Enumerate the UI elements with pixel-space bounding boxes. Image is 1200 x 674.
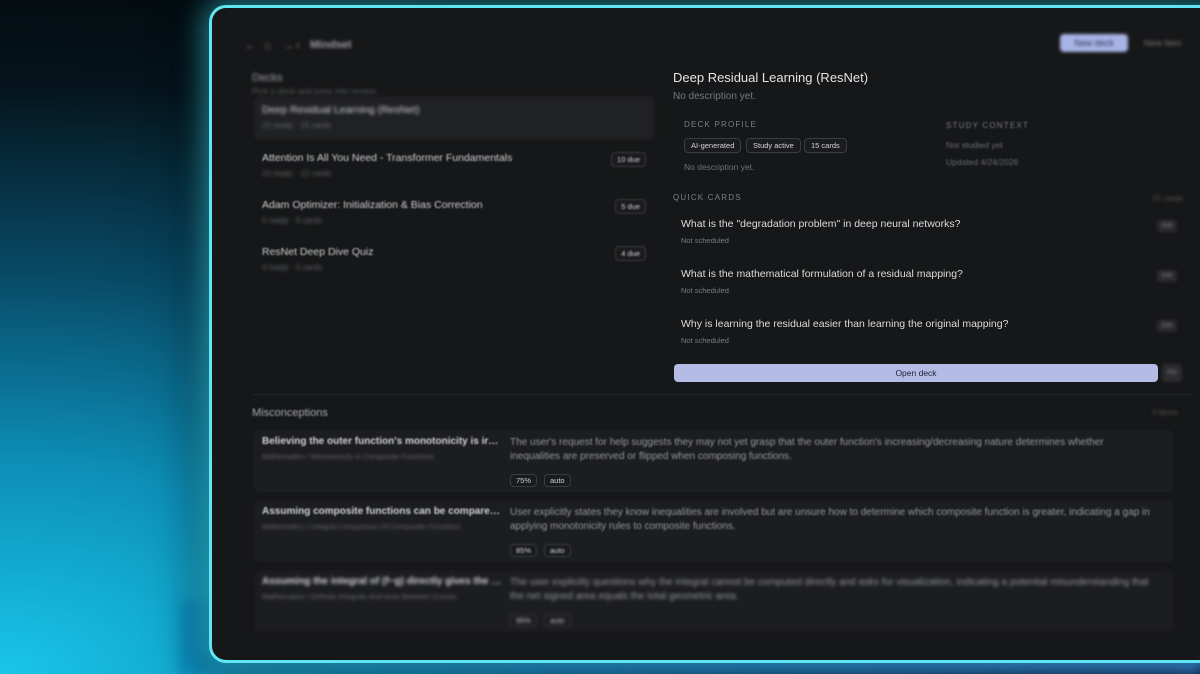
misconception-row[interactable]: Assuming the integral of (f−g) directly …: [254, 570, 1174, 632]
new-deck-button[interactable]: New deck: [1060, 34, 1128, 52]
quick-card[interactable]: What is the mathematical formulation of …: [673, 264, 1193, 312]
quick-card-schedule: Not scheduled: [681, 336, 729, 345]
top-bar: ← ⌂ → › Mindset New deck New item: [212, 8, 1200, 74]
misconception-row[interactable]: Believing the outer function's monotonic…: [254, 430, 1174, 492]
edit-card-button[interactable]: Edit: [1157, 270, 1177, 282]
edit-card-button[interactable]: Edit: [1157, 320, 1177, 332]
deck-meta: 5 ready · 6 cards: [262, 216, 323, 225]
quick-cards-count: 15 cards: [1152, 194, 1183, 203]
home-icon[interactable]: ⌂: [264, 38, 271, 52]
misconception-title: Assuming the integral of (f−g) directly …: [262, 576, 502, 587]
decks-subtitle: Pick a deck and jump into review.: [252, 86, 378, 96]
misconception-row[interactable]: Assuming composite functions can be comp…: [254, 500, 1174, 562]
quick-card-schedule: Not scheduled: [681, 286, 729, 295]
app-title: Mindset: [310, 39, 352, 51]
study-active-chip: Study active: [746, 138, 801, 153]
confidence-badge: 85%: [510, 544, 538, 557]
card-count-chip: 15 cards: [804, 138, 847, 153]
misconception-path: Mathematics / Integral Comparison Of Com…: [262, 522, 461, 531]
deck-meta: 4 ready · 5 cards: [262, 263, 323, 272]
quick-card-question: Why is learning the residual easier than…: [681, 318, 1009, 330]
quick-card[interactable]: What is the "degradation problem" in dee…: [673, 214, 1193, 262]
section-divider: [252, 394, 1192, 395]
quick-card-schedule: Not scheduled: [681, 236, 729, 245]
chevron-right-icon: ›: [296, 38, 300, 52]
decks-heading: Decks: [252, 72, 283, 84]
misconception-description: The user explicitly questions why the in…: [510, 577, 1149, 602]
ai-generated-chip: AI-generated: [684, 138, 742, 153]
misconception-path: Mathematics / Monotonicity In Composite …: [262, 452, 434, 461]
misconception-title: Believing the outer function's monotonic…: [262, 436, 502, 447]
edit-card-button[interactable]: Edit: [1157, 220, 1177, 232]
misconceptions-count: 3 items: [1152, 408, 1178, 417]
misconception-path: Mathematics / Definite Integrals And Are…: [262, 592, 457, 601]
deck-item[interactable]: Attention Is All You Need - Transformer …: [254, 144, 654, 188]
source-badge: auto: [544, 474, 571, 487]
deck-detail-description: No description yet.: [673, 91, 756, 102]
deck-meta: 10 ready · 12 cards: [262, 169, 331, 178]
deck-title: ResNet Deep Dive Quiz: [262, 246, 374, 258]
study-context-label: STUDY CONTEXT: [946, 121, 1030, 130]
forward-arrow-icon[interactable]: →: [282, 38, 294, 52]
due-badge: 4 due: [615, 246, 646, 261]
back-arrow-icon[interactable]: ←: [244, 38, 256, 52]
deck-title: Adam Optimizer: Initialization & Bias Co…: [262, 199, 483, 211]
deck-item[interactable]: Adam Optimizer: Initialization & Bias Co…: [254, 191, 654, 235]
new-item-button[interactable]: New item: [1144, 38, 1182, 48]
deck-meta: 15 ready · 15 cards: [262, 121, 331, 130]
deck-item[interactable]: ResNet Deep Dive Quiz 4 ready · 5 cards …: [254, 238, 654, 282]
app-window: ← ⌂ → › Mindset New deck New item Decks …: [212, 8, 1200, 660]
misconceptions-heading: Misconceptions: [252, 407, 328, 419]
deck-title: Attention Is All You Need - Transformer …: [262, 152, 513, 164]
quick-card[interactable]: Why is learning the residual easier than…: [673, 314, 1193, 362]
misconception-description: The user's request for help suggests the…: [510, 437, 1104, 462]
quick-cards-label: QUICK CARDS: [673, 193, 742, 202]
due-badge: 10 due: [611, 152, 646, 167]
misconception-title: Assuming composite functions can be comp…: [262, 506, 502, 517]
quick-card-question: What is the mathematical formulation of …: [681, 268, 963, 280]
due-badge: 5 due: [615, 199, 646, 214]
deck-title: Deep Residual Learning (ResNet): [262, 104, 420, 116]
study-status: Not studied yet: [946, 140, 1003, 150]
deck-profile-label: DECK PROFILE: [684, 120, 758, 129]
quick-card-question: What is the "degradation problem" in dee…: [681, 218, 961, 230]
confidence-badge: 75%: [510, 474, 538, 487]
open-deck-side-button[interactable]: Go: [1162, 364, 1182, 382]
deck-item[interactable]: Deep Residual Learning (ResNet) 15 ready…: [254, 96, 654, 140]
misconception-description: User explicitly states they know inequal…: [510, 507, 1150, 532]
source-badge: auto: [544, 614, 571, 627]
open-deck-button[interactable]: Open deck: [674, 364, 1158, 382]
source-badge: auto: [544, 544, 571, 557]
updated-date: Updated 4/24/2026: [946, 157, 1019, 167]
profile-description: No description yet.: [684, 162, 755, 172]
confidence-badge: 95%: [510, 614, 538, 627]
deck-detail-title: Deep Residual Learning (ResNet): [673, 70, 869, 85]
